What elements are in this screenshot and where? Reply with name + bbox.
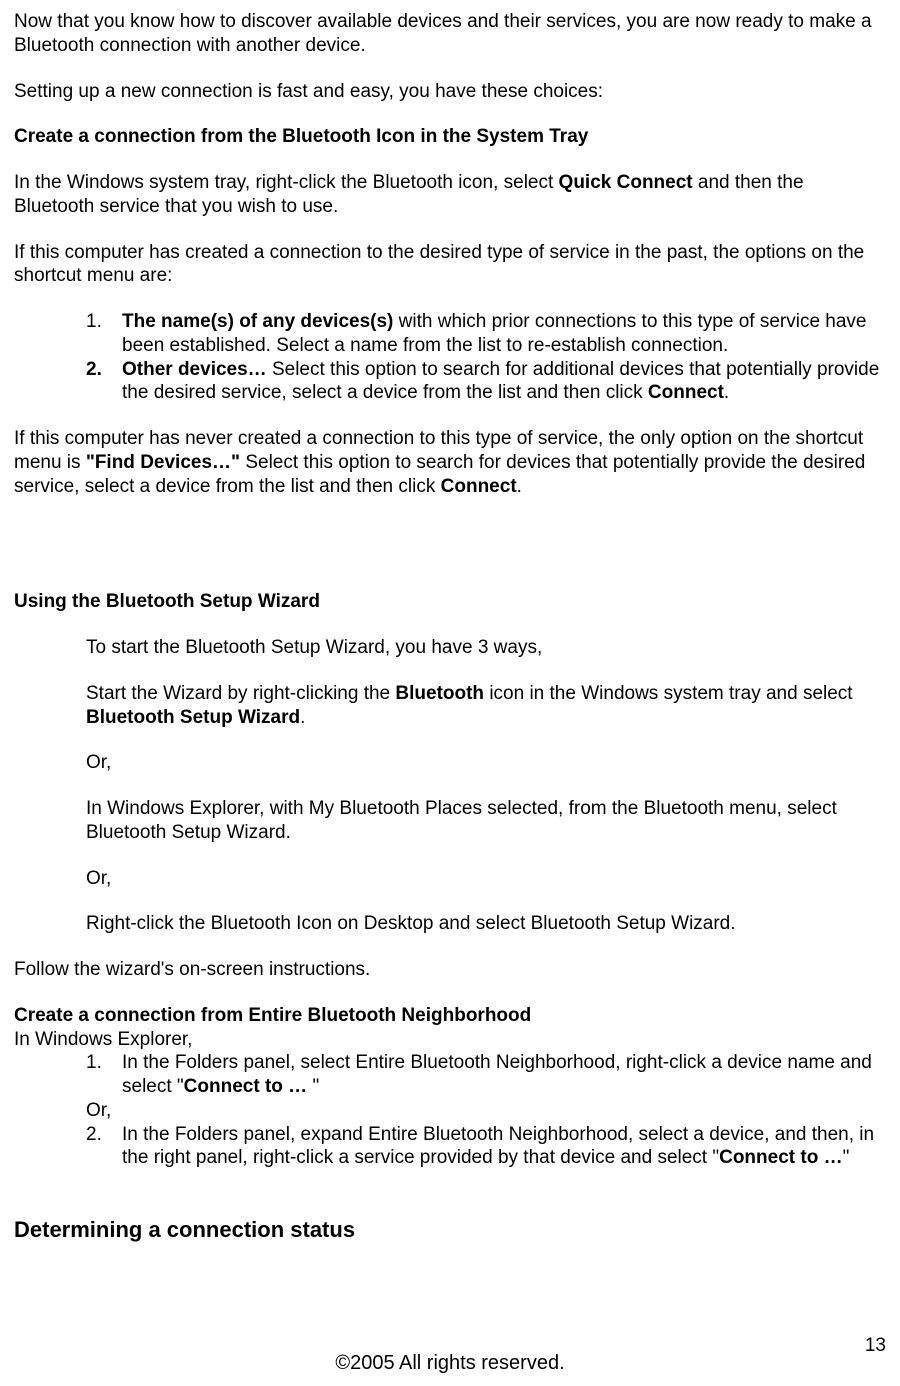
list-item-neighborhood-1: 1. In the Folders panel, select Entire B… xyxy=(14,1051,886,1099)
text-segment: . xyxy=(724,382,729,403)
paragraph-quick-connect: In the Windows system tray, right-click … xyxy=(14,171,886,219)
paragraph-wizard-start: To start the Bluetooth Setup Wizard, you… xyxy=(14,636,886,660)
list-number: 1. xyxy=(86,310,122,358)
text-bold-quick-connect: Quick Connect xyxy=(559,172,693,193)
list-item-1: 1. The name(s) of any devices(s) with wh… xyxy=(14,310,886,358)
text-segment: icon in the Windows system tray and sele… xyxy=(484,683,853,704)
paragraph-intro-2: Setting up a new connection is fast and … xyxy=(14,80,886,104)
paragraph-never-connected: If this computer has never created a con… xyxy=(14,427,886,498)
list-item-2: 2. Other devices… Select this option to … xyxy=(14,358,886,406)
paragraph-follow-wizard: Follow the wizard's on-screen instructio… xyxy=(14,958,886,982)
text-segment: . xyxy=(517,476,522,497)
paragraph-or-2: Or, xyxy=(14,867,886,891)
text-bold-device-names: The name(s) of any devices(s) xyxy=(122,311,393,332)
heading-system-tray: Create a connection from the Bluetooth I… xyxy=(14,125,886,149)
heading-connection-status: Determining a connection status xyxy=(14,1216,886,1244)
text-bold-connect-to: Connect to … xyxy=(719,1147,843,1168)
list-item-neighborhood-2: 2. In the Folders panel, expand Entire B… xyxy=(14,1123,886,1171)
text-segment: . xyxy=(300,707,305,728)
text-bold-setup-wizard: Bluetooth Setup Wizard xyxy=(86,707,300,728)
paragraph-wizard-method-3: Right-click the Bluetooth Icon on Deskto… xyxy=(14,912,886,936)
paragraph-or-3: Or, xyxy=(14,1099,886,1123)
paragraph-wizard-method-1: Start the Wizard by right-clicking the B… xyxy=(14,682,886,730)
text-bold-connect-to: Connect to … xyxy=(184,1076,313,1097)
list-text: The name(s) of any devices(s) with which… xyxy=(122,310,886,358)
text-bold-bluetooth: Bluetooth xyxy=(395,683,484,704)
paragraph-intro-1: Now that you know how to discover availa… xyxy=(14,10,886,58)
text-bold-other-devices: Other devices… xyxy=(122,359,267,380)
list-text: Other devices… Select this option to sea… xyxy=(122,358,886,406)
footer-copyright: ©2005 All rights reserved. xyxy=(0,1351,900,1376)
text-segment: In the Windows system tray, right-click … xyxy=(14,172,559,193)
heading-entire-neighborhood: Create a connection from Entire Bluetoot… xyxy=(14,1004,886,1028)
text-segment: Start the Wizard by right-clicking the xyxy=(86,683,395,704)
list-text: In the Folders panel, select Entire Blue… xyxy=(122,1051,886,1099)
list-number: 2. xyxy=(86,358,122,406)
paragraph-or-1: Or, xyxy=(14,751,886,775)
heading-setup-wizard: Using the Bluetooth Setup Wizard xyxy=(14,590,886,614)
text-bold-connect: Connect xyxy=(648,382,724,403)
list-text: In the Folders panel, expand Entire Blue… xyxy=(122,1123,886,1171)
paragraph-windows-explorer: In Windows Explorer, xyxy=(14,1028,886,1052)
list-number: 1. xyxy=(86,1051,122,1099)
text-bold-connect: Connect xyxy=(441,476,517,497)
text-segment: " xyxy=(843,1147,850,1168)
list-number: 2. xyxy=(86,1123,122,1171)
text-segment: " xyxy=(312,1076,319,1097)
paragraph-wizard-method-2: In Windows Explorer, with My Bluetooth P… xyxy=(14,797,886,845)
text-bold-find-devices: "Find Devices…" xyxy=(86,452,240,473)
paragraph-past-connection: If this computer has created a connectio… xyxy=(14,241,886,289)
